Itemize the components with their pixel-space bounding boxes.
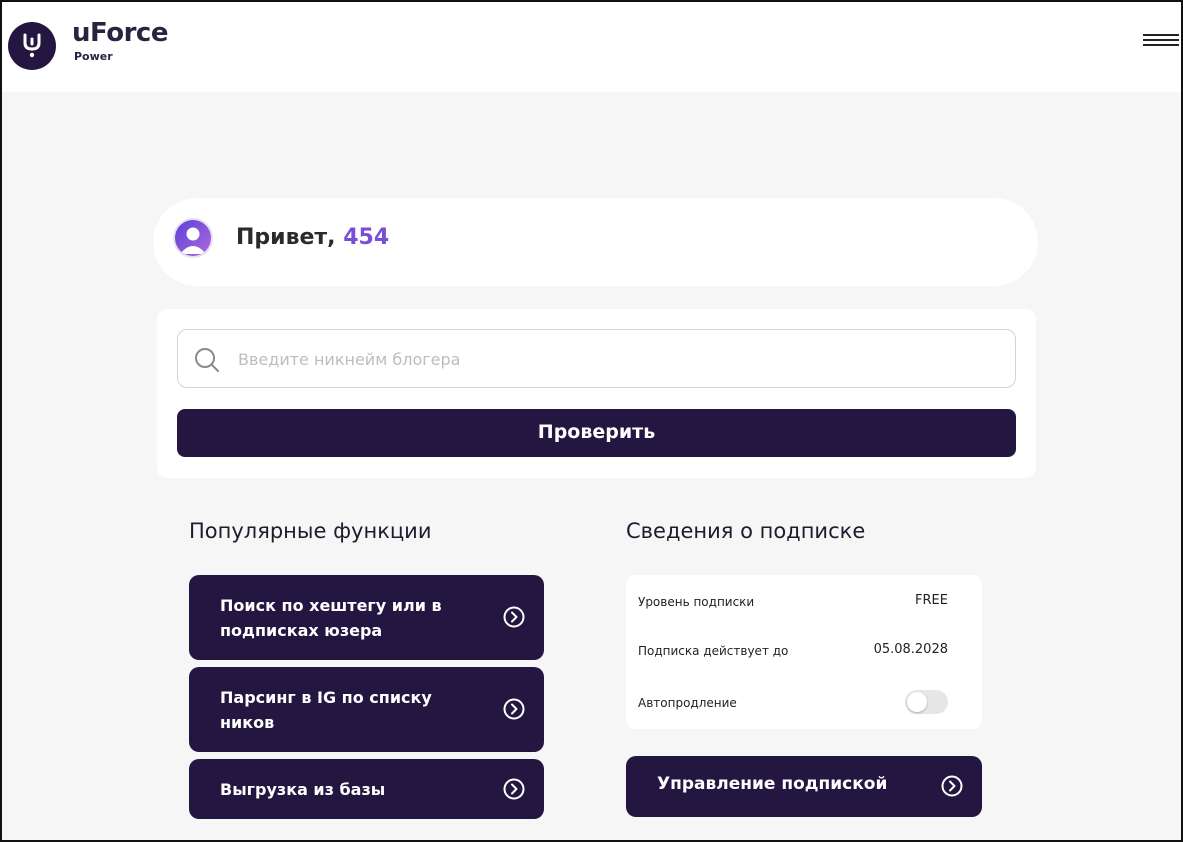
greeting-text: Привет, 454 [236,225,389,250]
feature-label: Поиск по хештегу или в подписках юзера [220,596,442,640]
search-input[interactable] [238,344,998,374]
autorenew-toggle[interactable] [905,690,948,714]
user-avatar-icon [173,218,213,258]
brand-name: uForce [72,18,168,48]
feature-label: Парсинг в IG по списку ников [220,688,432,732]
toggle-knob [907,692,927,712]
chevron-right-circle-icon [503,698,525,720]
subscription-valid-label: Подписка действует до [638,644,789,658]
autorenew-label: Автопродление [638,696,737,710]
manage-subscription-label: Управление подпиской [657,774,888,794]
search-box[interactable] [177,329,1016,388]
greeting-prefix: Привет, [236,225,336,250]
feature-hashtag-search-button[interactable]: Поиск по хештегу или в подписках юзера [189,575,544,660]
subscription-info-title: Сведения о подписке [626,519,866,543]
manage-subscription-button[interactable]: Управление подпиской [626,756,982,817]
chevron-right-circle-icon [503,606,525,628]
check-button[interactable]: Проверить [177,409,1016,457]
feature-label: Выгрузка из базы [220,780,386,799]
hamburger-menu-icon[interactable] [1143,34,1179,52]
top-bar: uForce Power [2,2,1181,92]
greeting-card: Привет, 454 [153,198,1038,286]
chevron-right-circle-icon [941,775,963,797]
feature-database-export-button[interactable]: Выгрузка из базы [189,759,544,819]
chevron-right-circle-icon [503,778,525,800]
subscription-level-label: Уровень подписки [638,595,755,609]
subscription-valid-value: 05.08.2028 [873,642,948,657]
popular-functions-title: Популярные функции [189,519,432,543]
feature-ig-parsing-button[interactable]: Парсинг в IG по списку ников [189,667,544,752]
search-card: Проверить [157,309,1036,478]
greeting-username: 454 [343,225,390,250]
subscription-level-value: FREE [915,593,948,608]
search-icon [195,348,219,372]
uforce-logo-icon[interactable] [8,22,56,70]
subscription-card: Уровень подписки FREE Подписка действует… [626,575,982,729]
brand-subtitle: Power [74,50,113,63]
